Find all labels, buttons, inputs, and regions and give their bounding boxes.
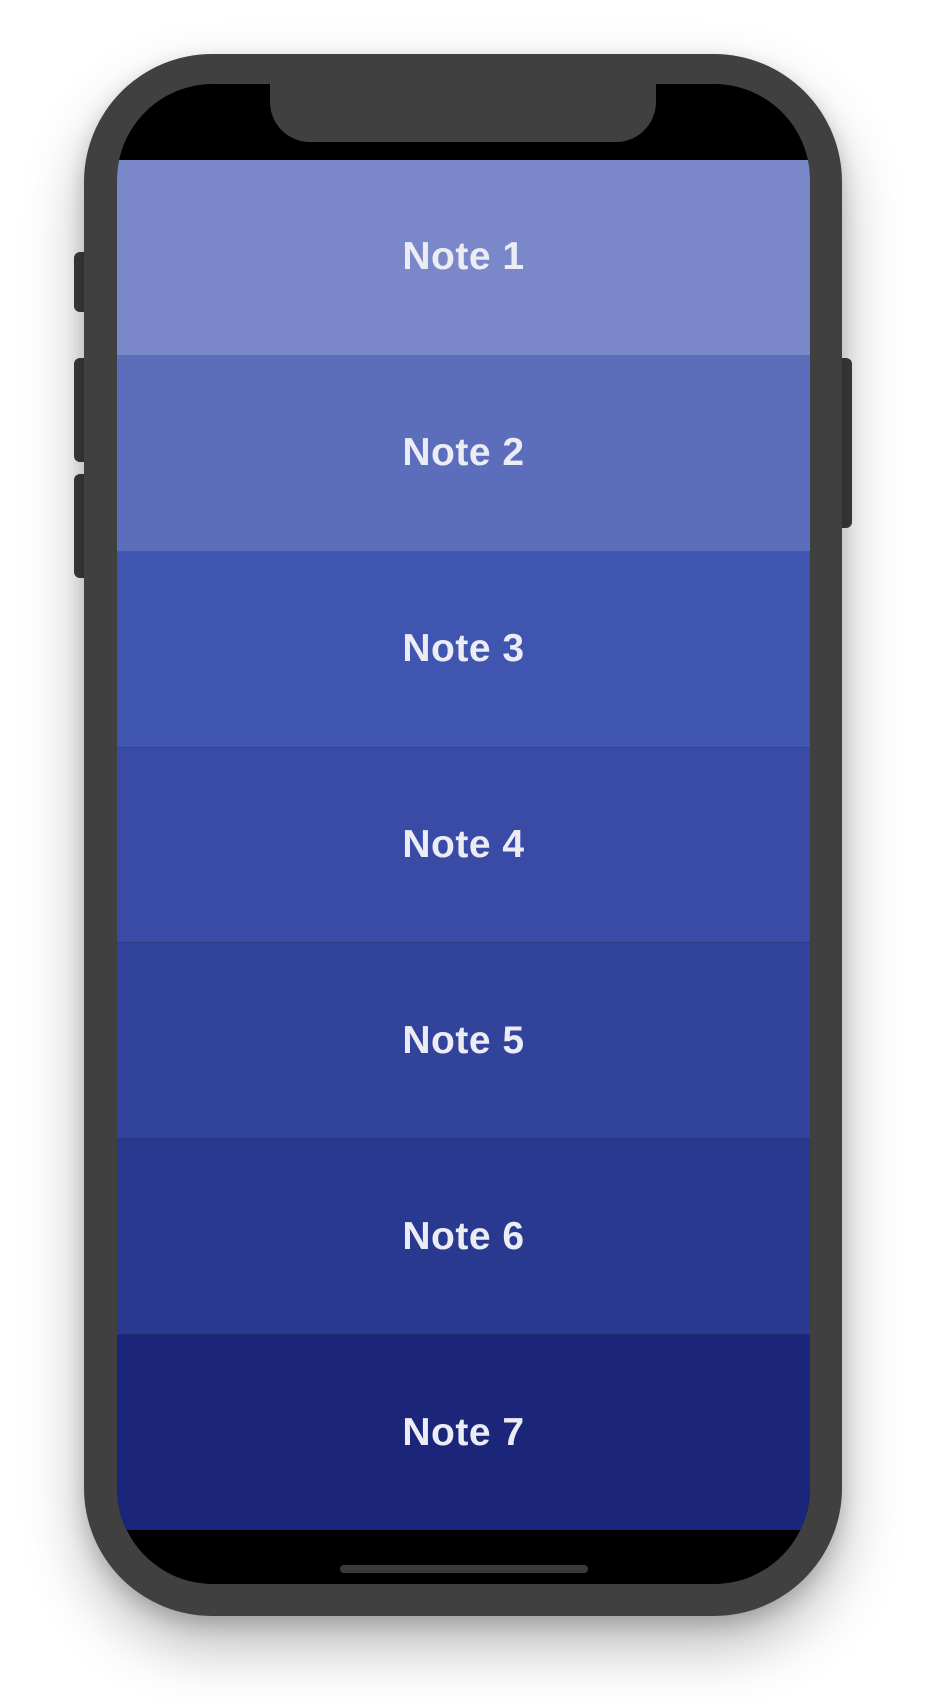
note-label: Note 2 xyxy=(402,431,525,475)
note-item-6[interactable]: Note 6 xyxy=(117,1139,810,1336)
note-item-2[interactable]: Note 2 xyxy=(117,355,810,552)
note-label: Note 5 xyxy=(402,1018,525,1062)
note-item-4[interactable]: Note 4 xyxy=(117,747,810,944)
note-item-3[interactable]: Note 3 xyxy=(117,551,810,748)
note-label: Note 4 xyxy=(402,823,525,866)
note-label: Note 6 xyxy=(402,1214,525,1258)
camera-notch xyxy=(270,84,656,142)
device-screen: Note 1 Note 2 Note 3 Note 4 Note 5 Note … xyxy=(117,84,810,1584)
note-item-5[interactable]: Note 5 xyxy=(117,943,810,1140)
home-indicator[interactable] xyxy=(340,1565,588,1573)
stage: Note 1 Note 2 Note 3 Note 4 Note 5 Note … xyxy=(0,0,926,1704)
note-label: Note 3 xyxy=(402,627,525,671)
note-label: Note 7 xyxy=(402,1410,525,1454)
notes-list: Note 1 Note 2 Note 3 Note 4 Note 5 Note … xyxy=(117,160,810,1531)
note-label: Note 1 xyxy=(402,235,525,279)
note-item-1[interactable]: Note 1 xyxy=(117,160,810,356)
note-item-7[interactable]: Note 7 xyxy=(117,1335,810,1531)
